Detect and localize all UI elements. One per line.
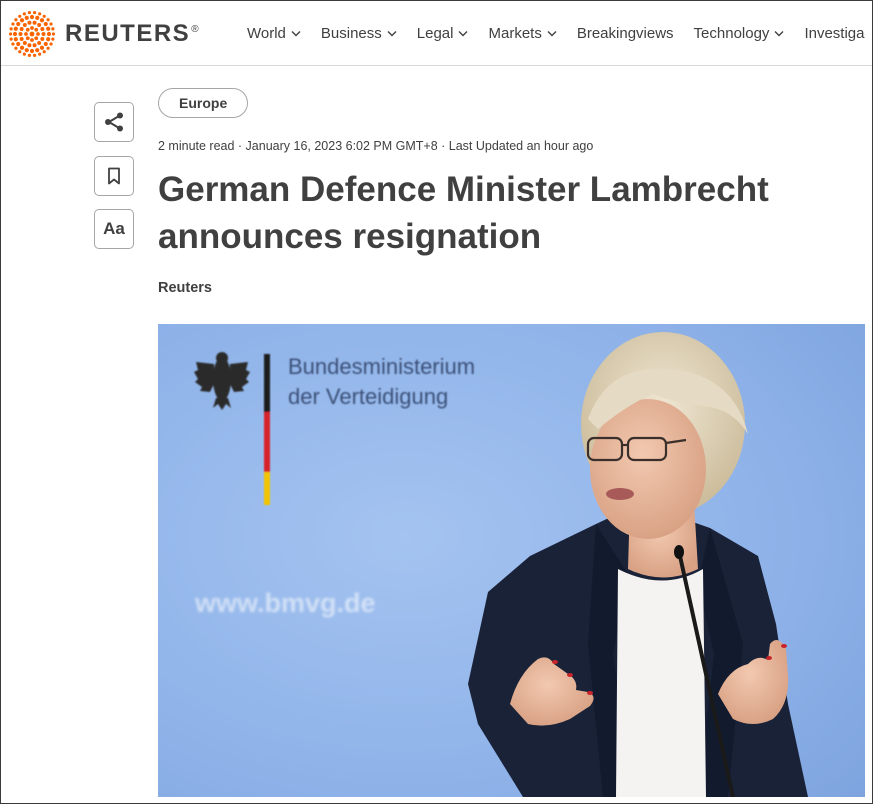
nav-item-label: Investiga bbox=[804, 24, 865, 42]
backdrop-ministry-line1: Bundesministerium bbox=[288, 354, 475, 379]
chevron-down-icon bbox=[387, 30, 397, 36]
main-nav: World Business Legal Markets Breakingvie… bbox=[247, 1, 872, 65]
font-size-button[interactable]: Aa bbox=[94, 209, 134, 249]
chevron-down-icon bbox=[291, 30, 301, 36]
chevron-down-icon bbox=[547, 30, 557, 36]
nav-item-business[interactable]: Business bbox=[321, 25, 397, 42]
browser-frame: REUTERS® World Business Legal Markets Br… bbox=[0, 0, 873, 804]
section-tag-europe[interactable]: Europe bbox=[158, 88, 249, 118]
site-header: REUTERS® World Business Legal Markets Br… bbox=[1, 1, 872, 66]
german-flag-stripe bbox=[264, 354, 270, 505]
article-byline[interactable]: Reuters bbox=[158, 280, 212, 296]
nav-item-investigates[interactable]: Investiga bbox=[804, 25, 864, 42]
backdrop-ministry-line2: der Verteidigung bbox=[288, 384, 448, 409]
nav-item-label: World bbox=[247, 24, 286, 42]
nav-item-world[interactable]: World bbox=[247, 25, 301, 42]
article-meta: 2 minute read · January 16, 2023 6:02 PM… bbox=[158, 139, 594, 153]
bookmark-button[interactable] bbox=[94, 156, 134, 196]
logo-wordmark: REUTERS® bbox=[65, 20, 201, 47]
nav-item-breakingviews[interactable]: Breakingviews bbox=[577, 25, 674, 42]
bookmark-icon bbox=[108, 167, 120, 185]
article-photo[interactable]: Bundesministerium der Verteidigung www.b… bbox=[158, 324, 865, 797]
reuters-logo[interactable]: REUTERS® bbox=[9, 11, 200, 57]
nav-item-markets[interactable]: Markets bbox=[488, 24, 557, 42]
font-size-label: Aa bbox=[103, 219, 125, 238]
nav-item-label: Technology bbox=[693, 24, 770, 42]
nav-item-technology[interactable]: Technology bbox=[694, 25, 785, 42]
reuters-dots-logo-icon bbox=[9, 11, 55, 57]
chevron-down-icon bbox=[774, 30, 784, 36]
nav-item-label: Legal bbox=[416, 24, 454, 42]
share-button[interactable] bbox=[94, 102, 134, 142]
photo-illustration: Bundesministerium der Verteidigung www.b… bbox=[158, 324, 865, 797]
nav-item-label: Business bbox=[320, 24, 382, 42]
nav-item-legal[interactable]: Legal bbox=[417, 25, 469, 42]
backdrop-url: www.bmvg.de bbox=[194, 588, 376, 618]
share-icon bbox=[105, 112, 123, 132]
chevron-down-icon bbox=[458, 30, 468, 36]
section-tag-label: Europe bbox=[179, 95, 228, 111]
nav-item-label: Markets bbox=[488, 24, 542, 42]
nav-item-label: Breakingviews bbox=[576, 24, 674, 42]
article-headline: German Defence Minister Lambrecht announ… bbox=[158, 170, 769, 256]
